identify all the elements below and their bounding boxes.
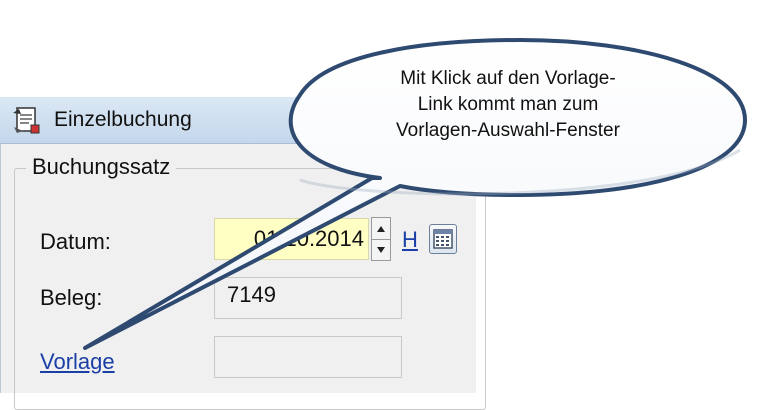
callout-bubble	[83, 38, 747, 350]
callout-text: Mit Klick auf den Vorlage- Link kommt ma…	[396, 68, 620, 141]
